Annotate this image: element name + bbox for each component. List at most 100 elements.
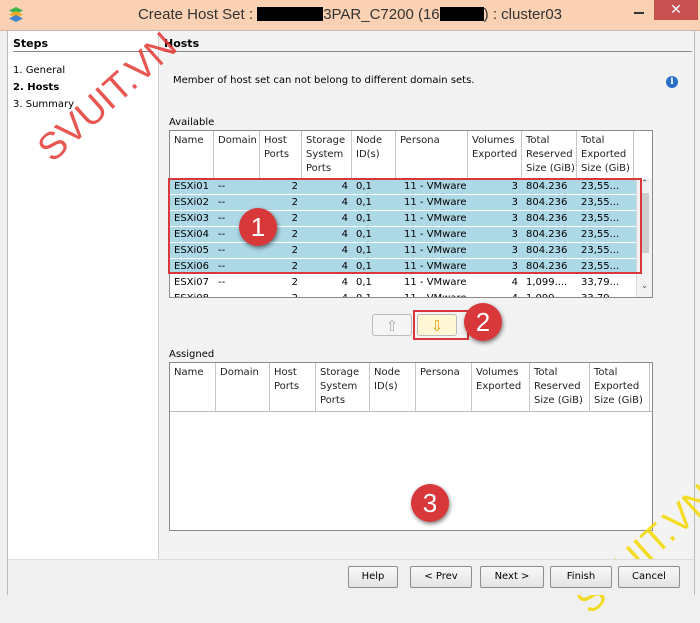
table-cell-name: ESXi04 xyxy=(174,229,210,240)
table-cell-reserved: 804.236 xyxy=(526,261,568,272)
table-cell-exported: 23,55... xyxy=(581,245,620,256)
table-cell-storage-ports: 4 xyxy=(341,213,348,224)
table-cell-exported: 23,55... xyxy=(581,229,620,240)
table-cell-reserved: 804.236 xyxy=(526,229,568,240)
arrow-up-icon: ⇧ xyxy=(385,317,399,335)
table-cell-host-ports: 2 xyxy=(291,277,298,288)
table-cell-volumes: 3 xyxy=(511,261,518,272)
table-row[interactable]: ESXi05 -- 2 4 0,1 11 - VMware 3 804.236 23,55... xyxy=(170,243,636,259)
table-cell-persona: 11 - VMware xyxy=(404,261,467,272)
table-cell-node-ids: 0,1 xyxy=(356,229,372,240)
table-row[interactable]: ESXi06 -- 2 4 0,1 11 - VMware 3 804.236 23,55... xyxy=(170,259,636,275)
col-header-node-ids[interactable]: Node ID(s) xyxy=(352,131,396,179)
col-header-reserved[interactable]: Total Reserved Size (GiB) xyxy=(530,363,590,411)
table-row[interactable]: ESXi07 -- 2 4 0,1 11 - VMware 4 1,099.... 33,79.… xyxy=(170,275,636,291)
step-general: 1. General xyxy=(13,65,66,76)
table-cell-host-ports: 2 xyxy=(260,291,298,297)
finish-button[interactable]: Finish xyxy=(550,566,612,588)
col-header-node-ids[interactable]: Node ID(s) xyxy=(370,363,416,411)
col-header-persona[interactable]: Persona xyxy=(416,363,472,411)
table-cell-volumes: 3 xyxy=(511,181,518,192)
window-title-middle: 3PAR_C7200 (16 xyxy=(323,6,440,23)
table-cell-volumes: 4 xyxy=(468,291,518,297)
move-up-button[interactable]: ⇧ xyxy=(372,314,412,336)
col-header-volumes[interactable]: Volumes Exported xyxy=(468,131,522,179)
table-cell-reserved: 804.236 xyxy=(526,245,568,256)
table-cell-exported: 33,79... xyxy=(581,291,631,297)
table-cell-storage-ports: 4 xyxy=(341,261,348,272)
table-cell-host-ports: 2 xyxy=(291,197,298,208)
table-cell-host-ports: 2 xyxy=(291,261,298,272)
prev-button[interactable]: < Prev xyxy=(410,566,472,588)
help-button[interactable]: Help xyxy=(348,566,398,588)
table-row[interactable]: ESXi02 -- 2 4 0,1 11 - VMware 3 804.236 23,55... xyxy=(170,195,636,211)
cancel-button[interactable]: Cancel xyxy=(618,566,680,588)
table-row[interactable]: ESXi08--240,111 - VMware41,099....33,79.… xyxy=(170,291,636,297)
table-cell-storage-ports: 4 xyxy=(341,229,348,240)
wizard-frame: Steps 1. General 2. Hosts 3. Summary Hos… xyxy=(7,25,700,622)
col-header-name[interactable]: Name xyxy=(170,363,216,411)
col-header-domain[interactable]: Domain xyxy=(216,363,270,411)
close-icon: ✕ xyxy=(670,2,682,18)
table-cell-node-ids: 0,1 xyxy=(356,245,372,256)
col-header-host-ports[interactable]: Host Ports xyxy=(260,131,302,179)
annotation-badge-3: 3 xyxy=(411,484,449,522)
table-cell-node-ids: 0,1 xyxy=(356,213,372,224)
table-cell-storage-ports: 4 xyxy=(341,181,348,192)
col-header-name[interactable]: Name xyxy=(170,131,214,179)
table-cell-volumes: 4 xyxy=(511,277,518,288)
scroll-up-icon[interactable]: ⌃ xyxy=(639,179,650,189)
table-cell-name: ESXi06 xyxy=(174,261,210,272)
table-cell-volumes: 3 xyxy=(511,197,518,208)
table-cell-domain: -- xyxy=(218,277,226,288)
table-cell-reserved: 804.236 xyxy=(526,197,568,208)
annotation-badge-1: 1 xyxy=(239,208,277,246)
col-header-storage-ports[interactable]: Storage System Ports xyxy=(316,363,370,411)
available-scrollbar[interactable]: ⌃ ⌄ xyxy=(636,179,652,297)
assigned-table-header: Name Domain Host Ports Storage System Po… xyxy=(170,363,652,412)
close-button[interactable]: ✕ xyxy=(654,0,698,20)
table-cell-host-ports: 2 xyxy=(291,245,298,256)
col-header-reserved[interactable]: Total Reserved Size (GiB) xyxy=(522,131,577,179)
col-header-exported[interactable]: Total Exported Size (GiB) xyxy=(590,363,650,411)
table-cell-node-ids: 0,1 xyxy=(356,261,372,272)
available-label: Available xyxy=(169,117,215,128)
arrow-down-icon: ⇩ xyxy=(430,317,444,335)
move-down-button[interactable]: ⇩ xyxy=(417,314,457,336)
col-header-storage-ports[interactable]: Storage System Ports xyxy=(302,131,352,179)
table-cell-exported: 33,79... xyxy=(581,277,620,288)
divider xyxy=(164,51,692,52)
available-table-header: Name Domain Host Ports Storage System Po… xyxy=(170,131,634,180)
redacted-block xyxy=(439,7,484,21)
table-cell-domain: -- xyxy=(218,261,226,272)
col-header-volumes[interactable]: Volumes Exported xyxy=(472,363,530,411)
minimize-button[interactable] xyxy=(626,0,652,20)
redacted-block xyxy=(257,7,324,21)
notice-text: Member of host set can not belong to dif… xyxy=(173,75,475,86)
scroll-thumb[interactable] xyxy=(640,193,649,253)
table-cell-reserved: 1,099.... xyxy=(526,277,568,288)
annotation-badge-2: 2 xyxy=(464,303,502,341)
table-cell-exported: 23,55... xyxy=(581,197,620,208)
info-icon[interactable]: i xyxy=(666,76,678,88)
col-header-exported[interactable]: Total Exported Size (GiB) xyxy=(577,131,634,179)
assigned-table-body[interactable] xyxy=(170,412,652,530)
next-button[interactable]: Next > xyxy=(480,566,544,588)
table-cell-persona: 11 - VMware xyxy=(404,181,467,192)
table-row[interactable]: ESXi01 -- 2 4 0,1 11 - VMware 3 804.236 23,55... xyxy=(170,179,636,195)
table-cell-persona: 11 - VMware xyxy=(404,245,467,256)
table-cell-node-ids: 0,1 xyxy=(356,197,372,208)
table-cell-domain: -- xyxy=(218,181,226,192)
table-cell-volumes: 3 xyxy=(511,229,518,240)
table-cell-reserved: 804.236 xyxy=(526,181,568,192)
col-header-domain[interactable]: Domain xyxy=(214,131,260,179)
table-cell-storage-ports: 4 xyxy=(302,291,348,297)
table-cell-host-ports: 2 xyxy=(291,181,298,192)
col-header-host-ports[interactable]: Host Ports xyxy=(270,363,316,411)
table-cell-reserved: 1,099.... xyxy=(526,291,574,297)
available-table: Name Domain Host Ports Storage System Po… xyxy=(169,130,653,298)
table-cell-persona: 11 - VMware xyxy=(404,213,467,224)
scroll-down-icon[interactable]: ⌄ xyxy=(639,281,650,291)
col-header-persona[interactable]: Persona xyxy=(396,131,468,179)
table-cell-exported: 23,55... xyxy=(581,261,620,272)
